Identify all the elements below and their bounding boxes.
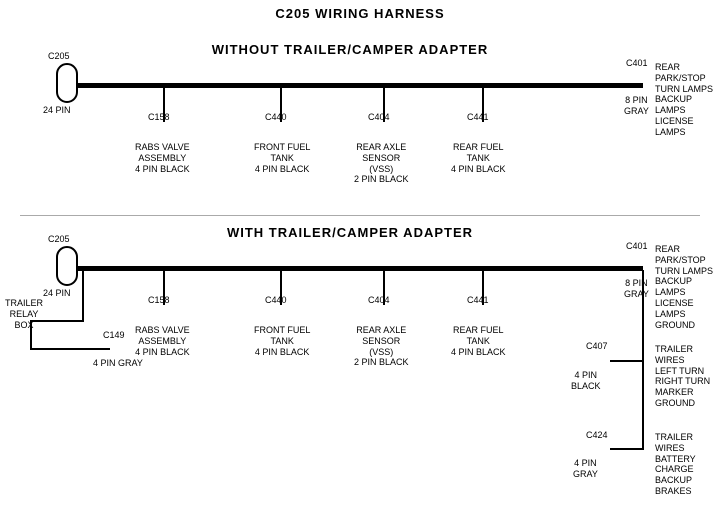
section2-c440-label: FRONT FUELTANK4 PIN BLACK	[254, 325, 310, 357]
section1-c401-sub: 8 PINGRAY	[624, 95, 649, 117]
section1-c158-label: RABS VALVEASSEMBLY4 PIN BLACK	[135, 142, 190, 174]
section1-c205-connector	[56, 63, 78, 103]
divider	[20, 215, 700, 216]
section1-wire	[75, 83, 643, 88]
section2-c149-sub: 4 PIN GRAY	[93, 358, 143, 369]
section2-c149-connector	[108, 339, 126, 357]
section2-c205-sub: 24 PIN	[43, 288, 71, 299]
section2-c424-stem-h	[610, 448, 643, 450]
page-title: C205 WIRING HARNESS	[0, 6, 720, 21]
section1-c440-connector	[271, 122, 289, 140]
section1-c401-label: REAR PARK/STOPTURN LAMPSBACKUP LAMPSLICE…	[655, 62, 720, 138]
section1-c158-connector	[154, 122, 172, 140]
section2-trailer-stem-v	[82, 270, 84, 320]
section2-c407-sub: 4 PINBLACK	[571, 370, 601, 392]
section2-c424-label: TRAILER WIRESBATTERY CHARGEBACKUPBRAKES	[655, 432, 720, 497]
section1-c404-id: C404	[368, 112, 390, 123]
section2-c149-stem-v	[30, 320, 32, 350]
section2-c205-id: C205	[48, 234, 70, 245]
section2-c441-id: C441	[467, 295, 489, 306]
section2-c440-connector	[271, 305, 289, 323]
section2-c441-connector	[473, 305, 491, 323]
section1-c404-connector	[374, 122, 392, 140]
section1-c401-connector	[633, 75, 651, 93]
section1-c205-id: C205	[48, 51, 70, 62]
section2-c205-connector	[56, 246, 78, 286]
section2-c158-connector	[154, 305, 172, 323]
section2-c424-id: C424	[586, 430, 608, 441]
section1-c441-label: REAR FUELTANK4 PIN BLACK	[451, 142, 506, 174]
section2-c407-connector	[592, 351, 610, 369]
section2-c441-label: REAR FUELTANK4 PIN BLACK	[451, 325, 506, 357]
section2-c404-label: REAR AXLESENSOR(VSS)2 PIN BLACK	[354, 325, 409, 368]
section2-c407-stem-h	[610, 360, 643, 362]
section2-c401-id: C401	[626, 241, 648, 252]
section2-c401-label: REAR PARK/STOPTURN LAMPSBACKUP LAMPSLICE…	[655, 244, 720, 330]
section1-c404-label: REAR AXLESENSOR(VSS)2 PIN BLACK	[354, 142, 409, 185]
section1-c441-id: C441	[467, 112, 489, 123]
section2-c404-id: C404	[368, 295, 390, 306]
section2-c158-id: C158	[148, 295, 170, 306]
section1-c441-connector	[473, 122, 491, 140]
section2-label: WITH TRAILER/CAMPER ADAPTER	[100, 225, 600, 240]
section2-c407-label: TRAILER WIRESLEFT TURNRIGHT TURNMARKERGR…	[655, 344, 720, 409]
section2-c424-sub: 4 PINGRAY	[573, 458, 598, 480]
section2-c404-connector	[374, 305, 392, 323]
section2-c440-id: C440	[265, 295, 287, 306]
section2-c149-stem-h	[30, 348, 110, 350]
section1-c440-id: C440	[265, 112, 287, 123]
section2-wire	[75, 266, 643, 271]
section2-c149-id: C149	[103, 330, 125, 341]
section2-c401-sub: 8 PINGRAY	[624, 278, 649, 300]
section1-c158-id: C158	[148, 112, 170, 123]
section2-trailer-relay-label: TRAILERRELAYBOX	[5, 298, 43, 330]
section2-c407-id: C407	[586, 341, 608, 352]
section1-c401-id: C401	[626, 58, 648, 69]
section1-c440-label: FRONT FUELTANK4 PIN BLACK	[254, 142, 310, 174]
section2-c424-connector	[592, 439, 610, 457]
section1-c205-sub: 24 PIN	[43, 105, 71, 116]
section1-label: WITHOUT TRAILER/CAMPER ADAPTER	[100, 42, 600, 57]
section2-c158-label: RABS VALVEASSEMBLY4 PIN BLACK	[135, 325, 190, 357]
